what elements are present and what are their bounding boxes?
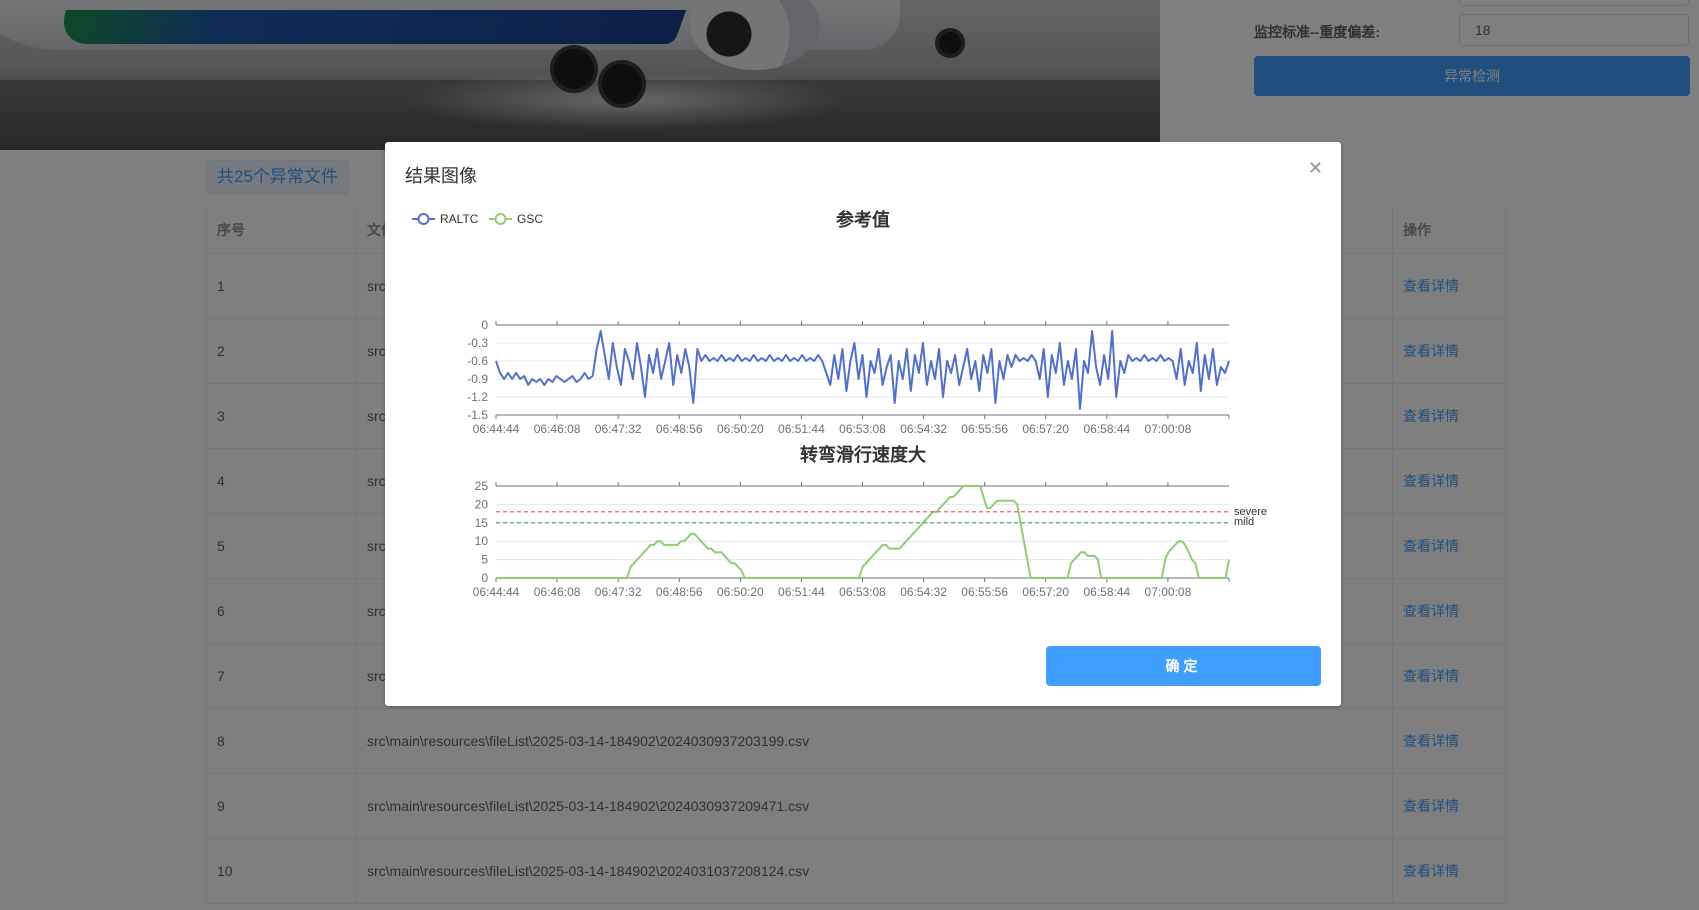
x-tick-label: 06:55:56 — [961, 422, 1008, 436]
x-tick-label: 06:58:44 — [1083, 422, 1130, 436]
y-tick-label: 20 — [475, 497, 489, 511]
x-tick-label: 06:50:20 — [717, 422, 764, 436]
x-tick-label: 06:51:44 — [778, 422, 825, 436]
x-tick-label: 06:48:56 — [656, 585, 703, 599]
x-tick-label: 07:00:08 — [1145, 585, 1192, 599]
threshold-label-mild: mild — [1234, 516, 1254, 528]
y-tick-label: 25 — [475, 479, 489, 493]
y-tick-label: -1.2 — [467, 390, 488, 404]
confirm-button[interactable]: 确定 — [1046, 646, 1321, 686]
chart-title: 转弯滑行速度大 — [800, 444, 926, 465]
x-tick-label: 06:53:08 — [839, 422, 886, 436]
chart-title: 参考值 — [836, 209, 890, 230]
result-chart: RALTC GSC 参考值0-0.3-0.6-0.9-1.2-1.506:44:44… — [412, 209, 1267, 599]
y-tick-label: 15 — [475, 516, 489, 530]
y-tick-label: -1.5 — [467, 408, 488, 422]
x-tick-label: 06:47:32 — [595, 585, 642, 599]
x-tick-label: 06:47:32 — [595, 422, 642, 436]
x-tick-label: 06:57:20 — [1022, 585, 1069, 599]
y-tick-label: 5 — [481, 553, 488, 567]
x-tick-label: 06:58:44 — [1083, 585, 1130, 599]
x-tick-label: 06:44:44 — [473, 422, 520, 436]
x-tick-label: 06:48:56 — [656, 422, 703, 436]
x-tick-label: 06:57:20 — [1022, 422, 1069, 436]
y-tick-label: -0.3 — [467, 336, 488, 350]
x-tick-label: 06:50:20 — [717, 585, 764, 599]
legend-label: RALTC — [440, 212, 479, 226]
x-tick-label: 06:53:08 — [839, 585, 886, 599]
x-tick-label: 06:55:56 — [961, 585, 1008, 599]
y-tick-label: 0 — [481, 318, 488, 332]
x-tick-label: 06:44:44 — [473, 585, 520, 599]
series-line-gsc — [496, 485, 1230, 579]
y-tick-label: 10 — [475, 534, 489, 548]
close-icon[interactable]: ✕ — [1308, 158, 1323, 178]
legend-label: GSC — [517, 212, 543, 226]
x-tick-label: 06:54:32 — [900, 585, 947, 599]
x-tick-label: 06:54:32 — [900, 422, 947, 436]
dialog-title: 结果图像 — [405, 166, 477, 186]
x-tick-label: 07:00:08 — [1145, 422, 1192, 436]
y-tick-label: -0.9 — [467, 372, 488, 386]
legend-marker — [494, 213, 507, 225]
y-tick-label: 0 — [481, 571, 488, 585]
result-image-dialog: 结果图像 ✕ RALTC GSC 参考值 0 -0.3 -0.6 -0.9 -1.2 -1.5 0… — [385, 142, 1341, 706]
y-tick-label: -0.6 — [467, 354, 488, 368]
legend-marker — [417, 213, 430, 225]
x-tick-label: 06:46:08 — [534, 585, 581, 599]
x-tick-label: 06:46:08 — [534, 422, 581, 436]
x-tick-label: 06:51:44 — [778, 585, 825, 599]
